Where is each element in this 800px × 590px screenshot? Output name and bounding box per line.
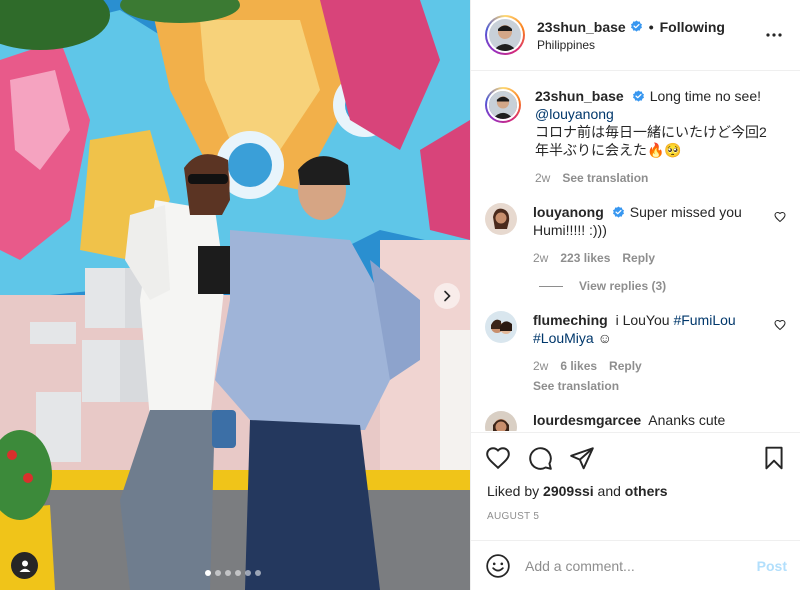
next-photo-button[interactable]: [434, 283, 460, 309]
comment-likes[interactable]: 6 likes: [560, 357, 597, 375]
more-options-button[interactable]: [762, 23, 786, 47]
caption-text: Long time no see!: [649, 88, 762, 104]
post-photo[interactable]: [0, 0, 470, 590]
comment-item: lourdesmgarcee Ananks cute: [485, 411, 786, 431]
comment-avatar[interactable]: [485, 411, 517, 431]
comment-hashtag[interactable]: #FumiLou: [673, 312, 735, 328]
avatar-image: [485, 311, 517, 343]
paper-plane-icon: [570, 447, 594, 470]
carousel-dot: [245, 570, 251, 576]
carousel-dot: [215, 570, 221, 576]
post-location[interactable]: Philippines: [537, 38, 762, 52]
avatar-image: [485, 411, 517, 431]
verified-badge-icon: [630, 20, 642, 32]
tagged-users-button[interactable]: [11, 552, 38, 579]
comment-input[interactable]: [525, 557, 757, 574]
comment-text: i LouYou: [615, 312, 670, 328]
comment-username[interactable]: flumeching: [533, 312, 608, 328]
comment-item: flumeching i LouYou #FumiLou #LouMiya ☺ …: [485, 311, 786, 395]
verified-badge-icon: [612, 206, 624, 218]
post-comment-button[interactable]: Post: [757, 558, 787, 574]
post-side-panel: 23shun_base • Following Philippines 23sh…: [470, 0, 800, 590]
post-header: 23shun_base • Following Philippines: [471, 0, 800, 71]
caption-age[interactable]: 2w: [535, 169, 550, 187]
emoji-icon[interactable]: [485, 553, 511, 579]
comment-likes[interactable]: 223 likes: [560, 249, 610, 267]
comment-text: Ananks cute: [648, 412, 726, 428]
view-replies-button[interactable]: View replies (3): [539, 279, 786, 293]
comment-meta: 2w 223 likes Reply: [533, 249, 770, 267]
more-dots-icon: [766, 33, 782, 37]
user-icon: [19, 560, 30, 572]
comment-bubble-icon: [529, 447, 552, 470]
avatar-image: [485, 203, 517, 235]
liked-by-prefix: Liked by: [487, 483, 540, 499]
author-username[interactable]: 23shun_base: [537, 19, 626, 35]
post-actions-section: Liked by 2909ssi and others AUGUST 5: [471, 432, 800, 522]
comment-see-translation[interactable]: See translation: [533, 377, 770, 395]
like-comment-heart-icon[interactable]: [774, 319, 786, 331]
caption-username[interactable]: 23shun_base: [535, 88, 624, 104]
comment-hashtag[interactable]: #LouMiya: [533, 330, 594, 346]
post-viewer: 23shun_base • Following Philippines 23sh…: [0, 0, 800, 590]
add-comment-bar: Post: [471, 540, 800, 590]
caption: 23shun_base Long time no see! @louyanong …: [485, 87, 786, 187]
reply-button[interactable]: Reply: [622, 249, 655, 267]
like-comment-heart-icon[interactable]: [774, 211, 786, 223]
save-button[interactable]: [761, 445, 787, 471]
liked-by-others[interactable]: others: [625, 483, 668, 499]
author-avatar[interactable]: [485, 15, 525, 55]
comment-button[interactable]: [527, 445, 553, 471]
post-date[interactable]: AUGUST 5: [471, 511, 800, 522]
comment-item: louyanong Super missed you Humi!!!!! :)))…: [485, 203, 786, 267]
comment-username[interactable]: louyanong: [533, 204, 604, 220]
photo-scene: [0, 0, 470, 590]
liked-by-and: and: [597, 483, 621, 499]
caption-avatar[interactable]: [485, 87, 521, 123]
avatar-image: [489, 91, 517, 119]
comment-age[interactable]: 2w: [533, 249, 548, 267]
comment-username[interactable]: lourdesmgarcee: [533, 412, 641, 428]
replies-divider: [539, 285, 563, 287]
caption-see-translation[interactable]: See translation: [562, 169, 648, 187]
avatar-image: [489, 19, 521, 51]
carousel-indicator: [205, 570, 261, 576]
header-separator: •: [648, 18, 654, 35]
carousel-dot: [255, 570, 261, 576]
heart-icon: [486, 447, 510, 470]
carousel-dot: [225, 570, 231, 576]
comment-emoji: ☺: [597, 330, 612, 346]
comment-avatar[interactable]: [485, 311, 517, 343]
chevron-right-icon: [444, 290, 451, 302]
caption-mention[interactable]: @louyanong: [535, 106, 614, 122]
liked-by-user[interactable]: 2909ssi: [543, 483, 594, 499]
view-replies-label: View replies (3): [579, 279, 667, 293]
following-button[interactable]: Following: [660, 19, 725, 35]
action-bar: [471, 433, 800, 483]
comment-avatar[interactable]: [485, 203, 517, 235]
share-button[interactable]: [569, 445, 595, 471]
caption-text-jp: コロナ前は毎日一緒にいたけど今回2年半ぶりに会えた🔥🥺: [535, 124, 767, 158]
carousel-dot: [235, 570, 241, 576]
liked-by-line: Liked by 2909ssi and others: [471, 483, 800, 499]
like-button[interactable]: [485, 445, 511, 471]
reply-button[interactable]: Reply: [609, 357, 642, 375]
verified-badge-icon: [632, 90, 644, 102]
bookmark-icon: [765, 446, 783, 470]
comment-meta: 2w 6 likes Reply: [533, 357, 770, 375]
comment-age[interactable]: 2w: [533, 357, 548, 375]
comments-list[interactable]: 23shun_base Long time no see! @louyanong …: [471, 71, 800, 431]
caption-meta: 2w See translation: [535, 169, 770, 187]
carousel-dot: [205, 570, 211, 576]
